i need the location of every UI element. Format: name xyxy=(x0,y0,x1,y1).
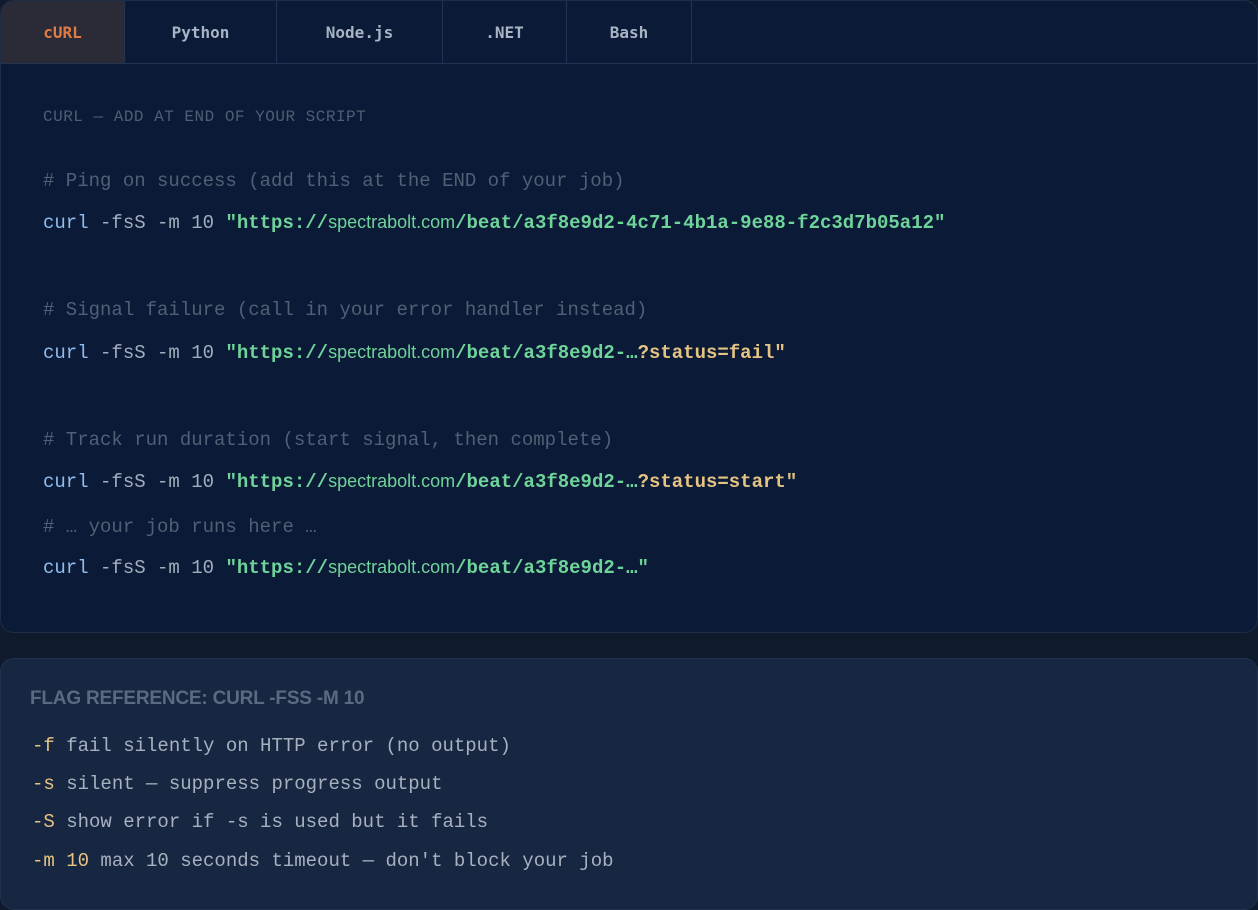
url-scheme: "https:// xyxy=(225,342,329,364)
flag-description: max 10 seconds timeout — don't block you… xyxy=(89,850,614,872)
cmd-keyword: curl xyxy=(43,342,89,364)
comment-duration: # Track run duration (start signal, then… xyxy=(43,429,614,451)
flag-description: silent — suppress progress output xyxy=(54,773,443,795)
flag-item: -f fail silently on HTTP error (no outpu… xyxy=(32,735,511,757)
url-query-start: ?status=start" xyxy=(637,471,798,493)
command-success: curl -fsS -m 10 "https://spectrabolt.com… xyxy=(43,212,945,234)
tab-dotnet[interactable]: .NET xyxy=(443,1,567,63)
flag-name: -s xyxy=(32,773,55,795)
flag-name: -f xyxy=(32,735,55,757)
url-host: spectrabolt.com xyxy=(328,557,456,577)
command-fail: curl -fsS -m 10 "https://spectrabolt.com… xyxy=(43,342,786,364)
cmd-options: -fsS -m 10 xyxy=(88,471,226,493)
flag-reference-title: FLAG REFERENCE: CURL -FSS -M 10 xyxy=(30,688,365,709)
comment-fail: # Signal failure (call in your error han… xyxy=(43,299,648,321)
url-scheme: "https:// xyxy=(225,212,329,234)
tab-nodejs[interactable]: Node.js xyxy=(277,1,443,63)
url-path: /beat/a3f8e9d2-…" xyxy=(455,557,649,579)
cmd-keyword: curl xyxy=(43,557,89,579)
language-tabs: cURL Python Node.js .NET Bash xyxy=(1,1,1257,64)
flag-description: show error if -s is used but it fails xyxy=(54,811,489,833)
url-path: /beat/a3f8e9d2-… xyxy=(455,471,638,493)
url-host: spectrabolt.com xyxy=(328,471,456,491)
comment-success: # Ping on success (add this at the END o… xyxy=(43,170,625,192)
flag-name: -S xyxy=(32,811,55,833)
tab-bash[interactable]: Bash xyxy=(567,1,692,63)
cmd-options: -fsS -m 10 xyxy=(88,212,226,234)
url-scheme: "https:// xyxy=(225,471,329,493)
flag-name: -m 10 xyxy=(32,850,90,872)
url-host: spectrabolt.com xyxy=(328,342,456,362)
url-host: spectrabolt.com xyxy=(328,212,456,232)
cmd-options: -fsS -m 10 xyxy=(88,342,226,364)
cmd-keyword: curl xyxy=(43,212,89,234)
flag-item: -s silent — suppress progress output xyxy=(32,773,442,795)
tab-curl[interactable]: cURL xyxy=(1,1,125,63)
cmd-keyword: curl xyxy=(43,471,89,493)
command-start: curl -fsS -m 10 "https://spectrabolt.com… xyxy=(43,471,797,493)
command-complete: curl -fsS -m 10 "https://spectrabolt.com… xyxy=(43,557,649,579)
flag-item: -S show error if -s is used but it fails xyxy=(32,811,488,833)
url-path: /beat/a3f8e9d2-… xyxy=(455,342,638,364)
url-path: /beat/a3f8e9d2-4c71-4b1a-9e88-f2c3d7b05a… xyxy=(455,212,946,234)
cmd-options: -fsS -m 10 xyxy=(88,557,226,579)
flag-item: -m 10 max 10 seconds timeout — don't blo… xyxy=(32,850,614,872)
code-snippet-card: cURL Python Node.js .NET Bash CURL — ADD… xyxy=(0,0,1258,633)
comment-job: # … your job runs here … xyxy=(43,516,317,538)
code-caption: CURL — ADD AT END OF YOUR SCRIPT xyxy=(43,108,367,126)
url-scheme: "https:// xyxy=(225,557,329,579)
flag-description: fail silently on HTTP error (no output) xyxy=(54,735,511,757)
url-query-fail: ?status=fail" xyxy=(637,342,786,364)
tab-python[interactable]: Python xyxy=(125,1,277,63)
